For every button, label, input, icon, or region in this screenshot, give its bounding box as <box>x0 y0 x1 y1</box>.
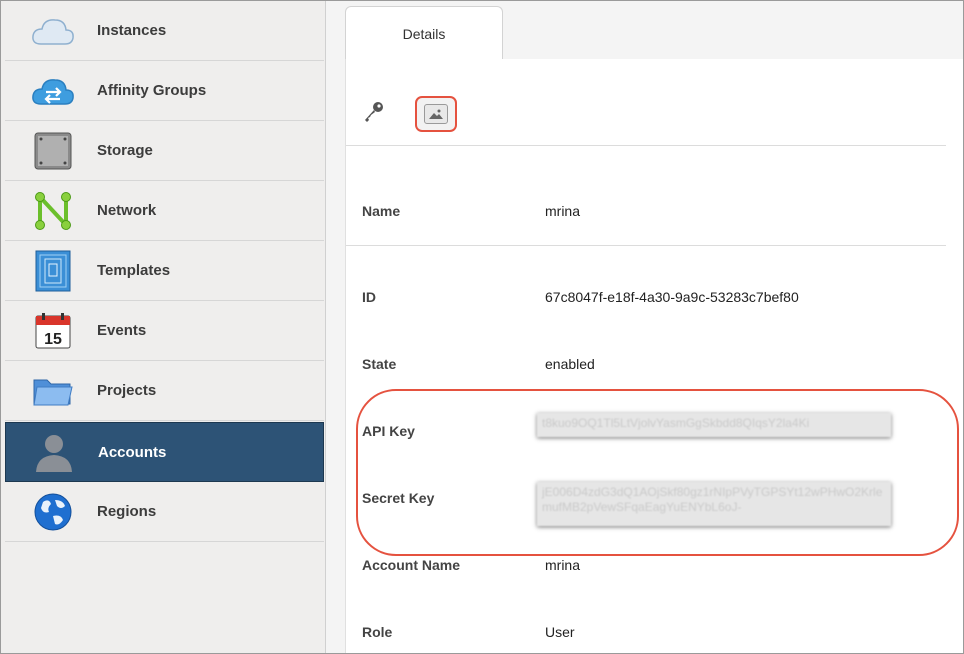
sidebar-item-accounts[interactable]: Accounts <box>5 422 324 482</box>
account-name-value: mrina <box>545 557 581 573</box>
id-value: 67c8047f-e18f-4a30-9a9c-53283c7bef80 <box>545 289 799 305</box>
secret-key-value: jE006D4zdG3dQ1AOjSkf80gz1rNIpPVyTGPSYt12… <box>537 482 891 526</box>
sidebar-item-projects[interactable]: Projects <box>5 361 324 421</box>
user-icon <box>32 432 76 472</box>
sidebar-item-events[interactable]: 15 Events <box>5 301 324 361</box>
secret-key-label: Secret Key <box>362 490 435 506</box>
storage-icon <box>31 131 75 171</box>
details-panel: Name mrina ID 67c8047f-e18f-4a30-9a9c-53… <box>345 59 963 653</box>
sidebar-item-affinity-groups[interactable]: Affinity Groups <box>5 61 324 121</box>
sidebar-item-label: Affinity Groups <box>97 82 207 99</box>
svg-text:15: 15 <box>44 331 62 348</box>
state-value: enabled <box>545 356 595 372</box>
sidebar-item-storage[interactable]: Storage <box>5 121 324 181</box>
sidebar-item-label: Instances <box>97 22 167 39</box>
cloud-icon <box>31 11 75 51</box>
sidebar-item-label: Network <box>97 202 157 219</box>
state-label: State <box>362 356 397 372</box>
id-label: ID <box>362 289 376 305</box>
sidebar-item-label: Accounts <box>98 443 167 461</box>
globe-icon <box>31 492 75 532</box>
role-value: User <box>545 624 575 640</box>
network-icon <box>31 191 75 231</box>
affinity-cloud-icon <box>31 71 75 111</box>
sidebar-item-label: Storage <box>97 142 153 159</box>
sidebar-item-regions[interactable]: Regions <box>5 482 324 542</box>
calendar-icon: 15 <box>31 311 75 351</box>
main-content: Details Name mrina ID 67c8047f-e18f-4a30… <box>326 1 963 653</box>
sidebar-item-label: Regions <box>97 503 157 520</box>
templates-icon <box>31 250 75 291</box>
role-label: Role <box>362 624 393 640</box>
tab-details[interactable]: Details <box>345 6 503 61</box>
name-value: mrina <box>545 203 581 219</box>
sidebar-item-label: Templates <box>97 262 171 279</box>
account-name-label: Account Name <box>362 557 461 573</box>
sidebar-item-label: Events <box>97 322 147 339</box>
detail-toolbar <box>346 59 946 146</box>
sidebar-item-network[interactable]: Network <box>5 181 324 241</box>
sidebar-item-instances[interactable]: Instances <box>5 1 324 61</box>
api-key-value: t8kuo9OQ1Tl5LtVjolvYasmGgSkbdd8QIqsY2la4… <box>537 413 891 437</box>
sidebar-item-label: Projects <box>97 382 157 399</box>
name-label: Name <box>362 203 401 219</box>
sidebar-item-templates[interactable]: Templates <box>5 241 324 301</box>
key-icon[interactable] <box>362 100 386 124</box>
folder-icon <box>31 371 75 411</box>
app-frame: Instances Affinity Groups Storage Networ… <box>0 0 964 654</box>
sidebar: Instances Affinity Groups Storage Networ… <box>1 1 326 653</box>
detail-row-name: Name mrina <box>346 145 946 246</box>
api-key-label: API Key <box>362 423 415 439</box>
image-icon[interactable] <box>415 96 457 132</box>
